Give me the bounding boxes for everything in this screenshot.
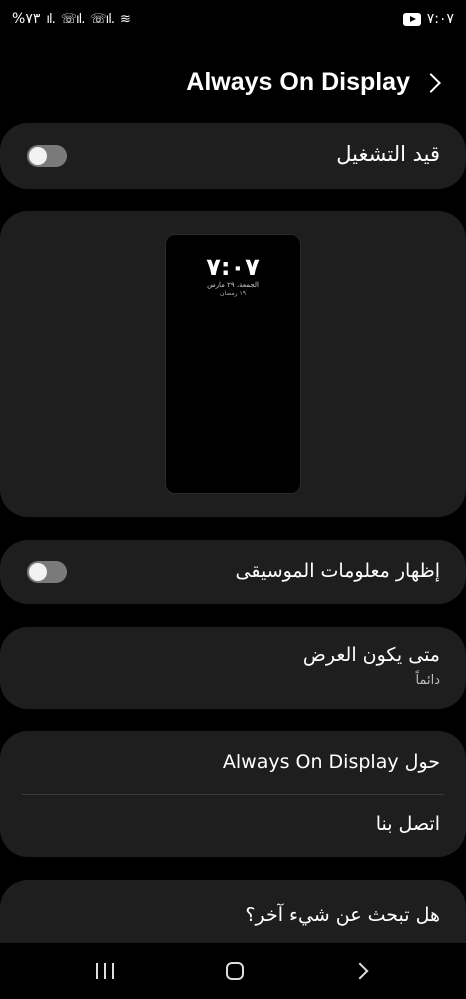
- wifi-calling-icon: ☏ıl.: [60, 11, 86, 27]
- divider: [22, 794, 444, 795]
- main-toggle-switch[interactable]: [27, 145, 67, 167]
- home-icon[interactable]: [226, 962, 244, 980]
- main-toggle-label: قيد التشغيل: [336, 142, 440, 166]
- about-card: حول Always On Display اتصل بنا: [0, 731, 466, 857]
- battery-level: %٧٣: [12, 11, 41, 27]
- music-info-label: إظهار معلومات الموسيقى: [235, 560, 440, 582]
- wifi-calling-icon-2: ☏ıl.: [90, 11, 115, 27]
- toggle-knob: [29, 563, 47, 581]
- chevron-right-icon: [421, 72, 441, 93]
- when-to-show-value: دائماً: [415, 673, 441, 688]
- signal-icon: ıl.: [46, 11, 55, 27]
- contact-us-link[interactable]: اتصل بنا: [376, 813, 440, 835]
- recents-icon[interactable]: [96, 963, 114, 979]
- preview-date: الجمعة، ٢٩ مارس: [207, 281, 259, 289]
- when-to-show-card[interactable]: متى يكون العرض دائماً: [0, 627, 466, 709]
- preview-hijri-date: ١٩ رمضان: [220, 290, 246, 297]
- back-icon[interactable]: [351, 962, 369, 980]
- toggle-knob: [29, 147, 47, 165]
- aod-preview[interactable]: ٧:٠٧ الجمعة، ٢٩ مارس ١٩ رمضان: [165, 234, 301, 494]
- youtube-icon: [402, 12, 421, 26]
- looking-for-more-heading: هل تبحث عن شيء آخر؟: [245, 904, 440, 926]
- wifi-icon: ≋: [119, 11, 131, 27]
- navigation-bar: [0, 943, 466, 999]
- status-bar: %٧٣ ıl. ☏ıl. ☏ıl. ≋ ٧:٠٧: [0, 0, 466, 40]
- main-toggle-card[interactable]: قيد التشغيل: [0, 123, 466, 189]
- page-title: Always On Display: [186, 68, 410, 96]
- preview-time: ٧:٠٧: [206, 253, 260, 281]
- clock: ٧:٠٧: [426, 11, 454, 27]
- music-info-toggle[interactable]: [27, 561, 67, 583]
- when-to-show-label: متى يكون العرض: [302, 644, 440, 666]
- status-left: %٧٣ ıl. ☏ıl. ☏ıl. ≋: [12, 11, 131, 27]
- status-right: ٧:٠٧: [402, 11, 454, 27]
- header[interactable]: Always On Display: [186, 68, 442, 97]
- music-info-card[interactable]: إظهار معلومات الموسيقى: [0, 540, 466, 604]
- about-aod-link[interactable]: حول Always On Display: [223, 751, 440, 773]
